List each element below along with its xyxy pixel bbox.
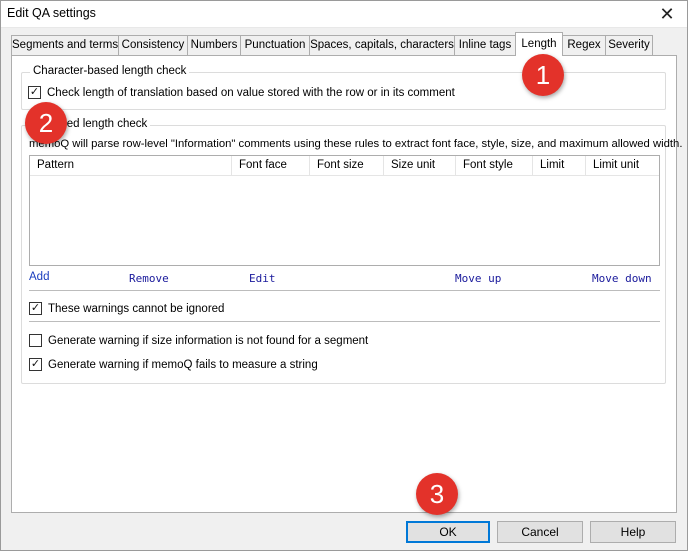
tab-regex[interactable]: Regex bbox=[562, 35, 606, 56]
tab-spaces-capitals-characters[interactable]: Spaces, capitals, characters bbox=[309, 35, 455, 56]
ok-button[interactable]: OK bbox=[406, 521, 490, 543]
divider bbox=[29, 290, 660, 291]
pixel-based-group-label: sed length check bbox=[58, 118, 151, 130]
measure-fail-checkbox[interactable]: ✓ bbox=[29, 358, 42, 371]
tab-punctuation[interactable]: Punctuation bbox=[240, 35, 310, 56]
tab-severity[interactable]: Severity bbox=[605, 35, 653, 56]
cancel-button[interactable]: Cancel bbox=[497, 521, 583, 543]
edit-link[interactable]: Edit bbox=[249, 272, 276, 285]
move-up-link[interactable]: Move up bbox=[455, 272, 501, 285]
window-title: Edit QA settings bbox=[7, 6, 96, 20]
tab-consistency[interactable]: Consistency bbox=[118, 35, 188, 56]
cannot-ignore-label: These warnings cannot be ignored bbox=[48, 302, 225, 315]
no-size-info-checkbox[interactable] bbox=[29, 334, 42, 347]
check-length-row[interactable]: ✓ Check length of translation based on v… bbox=[28, 86, 455, 99]
move-down-link[interactable]: Move down bbox=[592, 272, 652, 285]
column-header-font-style[interactable]: Font style bbox=[456, 156, 533, 176]
check-length-label: Check length of translation based on val… bbox=[47, 86, 455, 99]
parse-description: memoQ will parse row-level "Information"… bbox=[29, 138, 683, 150]
remove-link[interactable]: Remove bbox=[129, 272, 169, 285]
tab-numbers[interactable]: Numbers bbox=[187, 35, 241, 56]
callout-badge-2: 2 bbox=[25, 102, 67, 144]
measure-fail-label: Generate warning if memoQ fails to measu… bbox=[48, 358, 318, 371]
no-size-info-row[interactable]: Generate warning if size information is … bbox=[29, 334, 368, 347]
tab-length[interactable]: Length bbox=[515, 32, 563, 56]
character-based-group: Character-based length check ✓ Check len… bbox=[21, 65, 666, 110]
length-tab-panel: Character-based length check ✓ Check len… bbox=[11, 55, 682, 513]
help-button[interactable]: Help bbox=[590, 521, 676, 543]
column-header-limit[interactable]: Limit bbox=[533, 156, 586, 176]
no-size-info-label: Generate warning if size information is … bbox=[48, 334, 369, 347]
callout-badge-1: 1 bbox=[522, 54, 564, 96]
title-bar: Edit QA settings ✕ bbox=[0, 0, 688, 28]
rules-table-header: Pattern Font face Font size Size unit Fo… bbox=[30, 156, 659, 176]
tab-inline-tags[interactable]: Inline tags bbox=[454, 35, 516, 56]
column-header-pattern[interactable]: Pattern bbox=[30, 156, 232, 176]
close-icon[interactable]: ✕ bbox=[646, 0, 688, 28]
pixel-based-group: sed length check memoQ will parse row-le… bbox=[21, 118, 682, 384]
column-header-font-size[interactable]: Font size bbox=[310, 156, 384, 176]
column-header-limit-unit[interactable]: Limit unit bbox=[586, 156, 659, 176]
rules-table[interactable]: Pattern Font face Font size Size unit Fo… bbox=[29, 155, 660, 266]
measure-fail-row[interactable]: ✓ Generate warning if memoQ fails to mea… bbox=[29, 358, 318, 371]
column-header-font-face[interactable]: Font face bbox=[232, 156, 310, 176]
cannot-ignore-checkbox[interactable]: ✓ bbox=[29, 302, 42, 315]
character-based-group-label: Character-based length check bbox=[30, 65, 190, 77]
cannot-ignore-row[interactable]: ✓ These warnings cannot be ignored bbox=[29, 302, 224, 315]
divider bbox=[29, 321, 660, 322]
check-length-checkbox[interactable]: ✓ bbox=[28, 86, 41, 99]
column-header-size-unit[interactable]: Size unit bbox=[384, 156, 456, 176]
tab-segments-and-terms[interactable]: Segments and terms bbox=[11, 35, 119, 56]
callout-badge-3: 3 bbox=[416, 473, 458, 515]
add-link[interactable]: Add bbox=[29, 271, 49, 283]
